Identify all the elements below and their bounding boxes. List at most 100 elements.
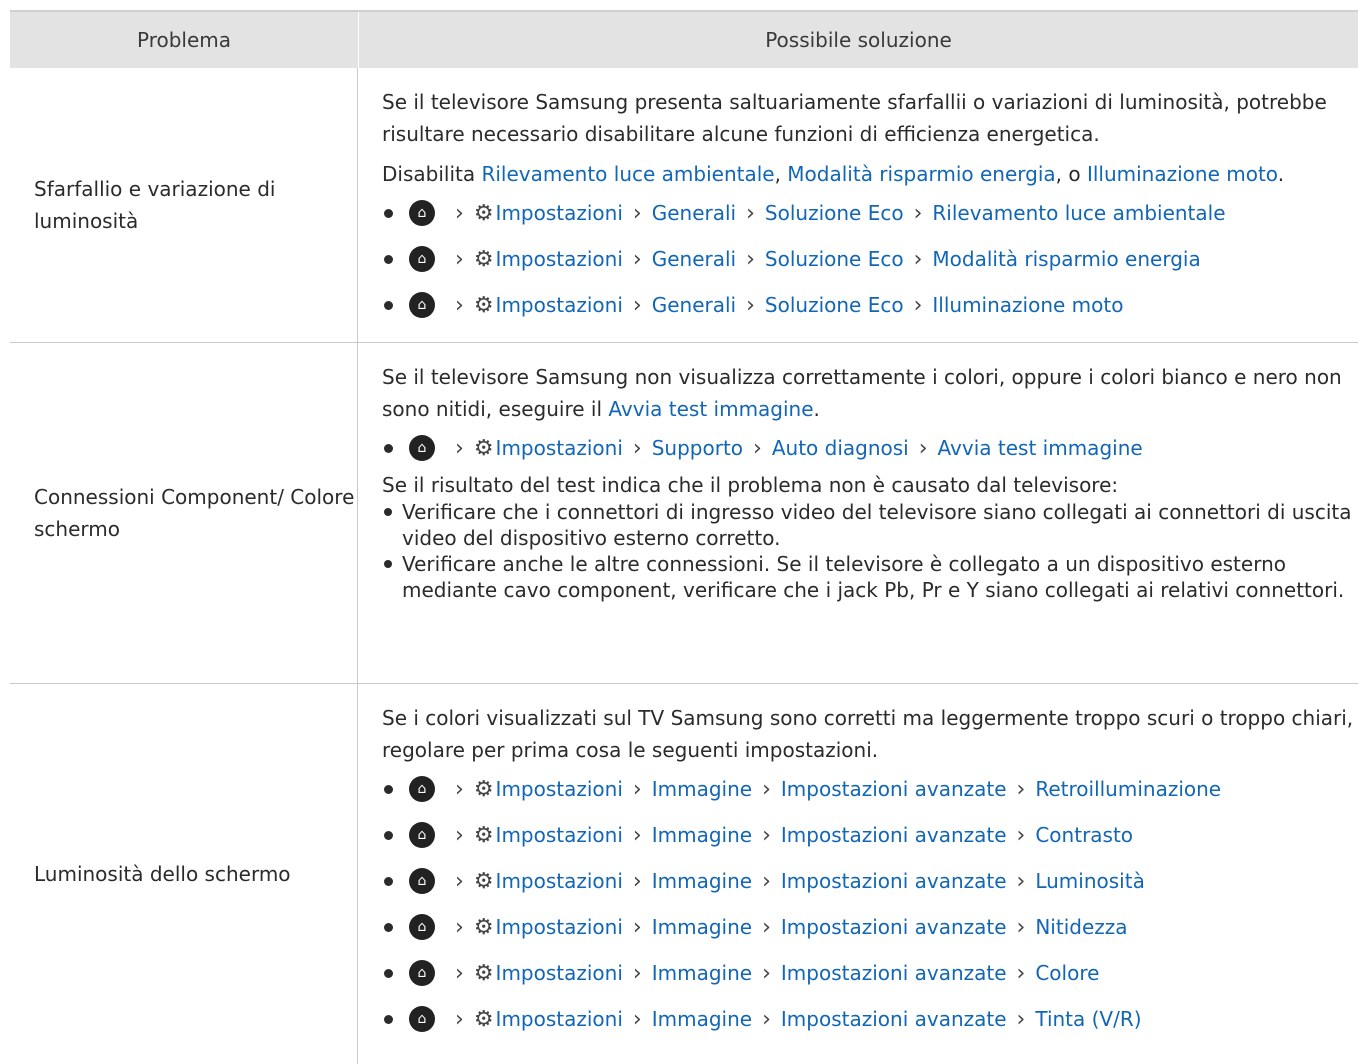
home-icon[interactable]: ⌂ <box>409 914 435 940</box>
path-item[interactable]: Rilevamento luce ambientale <box>932 201 1225 225</box>
chevron-right-icon: › <box>762 868 771 894</box>
gear-icon: ⚙ <box>473 776 494 802</box>
path-item[interactable]: Soluzione Eco <box>765 247 904 271</box>
path-item[interactable]: Impostazioni <box>496 777 623 801</box>
home-icon[interactable]: ⌂ <box>409 960 435 986</box>
path-item[interactable]: Soluzione Eco <box>765 293 904 317</box>
path-item[interactable]: Modalità risparmio energia <box>932 247 1200 271</box>
chevron-right-icon: › <box>753 435 762 461</box>
path-item[interactable]: Impostazioni <box>496 293 623 317</box>
gear-icon: ⚙ <box>473 822 494 848</box>
home-icon[interactable]: ⌂ <box>409 200 435 226</box>
chevron-right-icon: › <box>455 776 464 802</box>
bullet <box>384 830 393 840</box>
path-item[interactable]: Impostazioni avanzate <box>781 869 1007 893</box>
path-item[interactable]: Auto diagnosi <box>772 436 909 460</box>
problem-cell: Sfarfallio e variazione di luminosità <box>10 68 358 342</box>
path-item[interactable]: Avvia test immagine <box>938 436 1143 460</box>
home-icon[interactable]: ⌂ <box>409 776 435 802</box>
gear-icon: ⚙ <box>473 868 494 894</box>
link-picture-test[interactable]: Avvia test immagine <box>608 397 813 421</box>
bullet-text: Verificare anche le altre connessioni. S… <box>402 552 1345 602</box>
path-item[interactable]: Impostazioni <box>496 436 623 460</box>
link-energy-saving[interactable]: Modalità risparmio energia <box>787 162 1055 186</box>
gear-icon: ⚙ <box>473 200 494 226</box>
chevron-right-icon: › <box>632 822 642 848</box>
home-icon[interactable]: ⌂ <box>409 822 435 848</box>
home-icon[interactable]: ⌂ <box>409 292 435 318</box>
path-item[interactable]: Impostazioni avanzate <box>781 823 1007 847</box>
path-item[interactable]: Nitidezza <box>1035 915 1127 939</box>
path-item[interactable]: Soluzione Eco <box>765 201 904 225</box>
path-item[interactable]: Impostazioni <box>496 1007 623 1031</box>
menu-path: ⌂ › ⚙ Impostazioni › Supporto › Auto dia… <box>382 425 1358 471</box>
menu-path: ⌂ › ⚙ Impostazioni › Immagine › Impostaz… <box>382 766 1358 812</box>
path-item[interactable]: Colore <box>1035 961 1099 985</box>
gear-icon: ⚙ <box>473 1006 494 1032</box>
path-item[interactable]: Tinta (V/R) <box>1035 1007 1141 1031</box>
path-item[interactable]: Illuminazione moto <box>932 293 1123 317</box>
table-row: Luminosità dello schermo Se i colori vis… <box>10 684 1358 1064</box>
table-row: Connessioni Component/ Colore schermo Se… <box>10 343 1358 684</box>
path-item[interactable]: Immagine <box>652 961 752 985</box>
path-item[interactable]: Impostazioni avanzate <box>781 777 1007 801</box>
separator: , <box>774 162 788 186</box>
chevron-right-icon: › <box>762 914 771 940</box>
home-icon[interactable]: ⌂ <box>409 868 435 894</box>
path-item[interactable]: Impostazioni avanzate <box>781 1007 1007 1031</box>
chevron-right-icon: › <box>455 1006 464 1032</box>
bullet <box>384 922 393 932</box>
header-problem: Problema <box>10 12 359 68</box>
path-item[interactable]: Impostazioni <box>496 823 623 847</box>
bullet <box>384 443 393 453</box>
path-item[interactable]: Impostazioni <box>496 961 623 985</box>
home-icon[interactable]: ⌂ <box>409 435 435 461</box>
path-item[interactable]: Impostazioni <box>496 201 623 225</box>
path-item[interactable]: Impostazioni <box>496 869 623 893</box>
path-item[interactable]: Generali <box>652 201 736 225</box>
path-item[interactable]: Supporto <box>652 436 743 460</box>
menu-path: ⌂ › ⚙ Impostazioni › Immagine › Impostaz… <box>382 950 1358 996</box>
gear-icon: ⚙ <box>473 292 494 318</box>
home-icon[interactable]: ⌂ <box>409 1006 435 1032</box>
bullet <box>384 508 392 516</box>
path-item[interactable]: Immagine <box>652 915 752 939</box>
path-item[interactable]: Luminosità <box>1035 869 1145 893</box>
path-item[interactable]: Contrasto <box>1035 823 1133 847</box>
chevron-right-icon: › <box>455 200 464 226</box>
chevron-right-icon: › <box>632 1006 642 1032</box>
chevron-right-icon: › <box>762 960 771 986</box>
path-item[interactable]: Impostazioni avanzate <box>781 915 1007 939</box>
home-icon[interactable]: ⌂ <box>409 246 435 272</box>
chevron-right-icon: › <box>632 868 642 894</box>
menu-path: ⌂ › ⚙ Impostazioni › Generali › Soluzion… <box>382 190 1358 236</box>
link-ambient-light[interactable]: Rilevamento luce ambientale <box>481 162 774 186</box>
chevron-right-icon: › <box>455 822 464 848</box>
link-motion-lighting[interactable]: Illuminazione moto <box>1087 162 1278 186</box>
path-item[interactable]: Immagine <box>652 869 752 893</box>
list-item: Verificare anche le altre connessioni. S… <box>382 551 1358 603</box>
chevron-right-icon: › <box>455 868 464 894</box>
chevron-right-icon: › <box>1016 868 1026 894</box>
path-item[interactable]: Immagine <box>652 823 752 847</box>
path-item[interactable]: Immagine <box>652 777 752 801</box>
table-header: Problema Possibile soluzione <box>10 10 1358 68</box>
chevron-right-icon: › <box>455 914 464 940</box>
path-item[interactable]: Retroilluminazione <box>1035 777 1221 801</box>
menu-path: ⌂ › ⚙ Impostazioni › Immagine › Impostaz… <box>382 996 1358 1042</box>
chevron-right-icon: › <box>455 960 464 986</box>
chevron-right-icon: › <box>1016 776 1026 802</box>
intro-text: Se il televisore Samsung presenta saltua… <box>382 90 1327 146</box>
path-item[interactable]: Generali <box>652 247 736 271</box>
path-item[interactable]: Impostazioni avanzate <box>781 961 1007 985</box>
chevron-right-icon: › <box>746 292 755 318</box>
path-item[interactable]: Immagine <box>652 1007 752 1031</box>
chevron-right-icon: › <box>746 200 755 226</box>
path-item[interactable]: Generali <box>652 293 736 317</box>
path-item[interactable]: Impostazioni <box>496 915 623 939</box>
disable-prefix: Disabilita <box>382 162 482 186</box>
path-item[interactable]: Impostazioni <box>496 247 623 271</box>
chevron-right-icon: › <box>746 246 755 272</box>
troubleshooting-table: Problema Possibile soluzione Sfarfallio … <box>10 10 1358 1064</box>
menu-path: ⌂ › ⚙ Impostazioni › Immagine › Impostaz… <box>382 904 1358 950</box>
